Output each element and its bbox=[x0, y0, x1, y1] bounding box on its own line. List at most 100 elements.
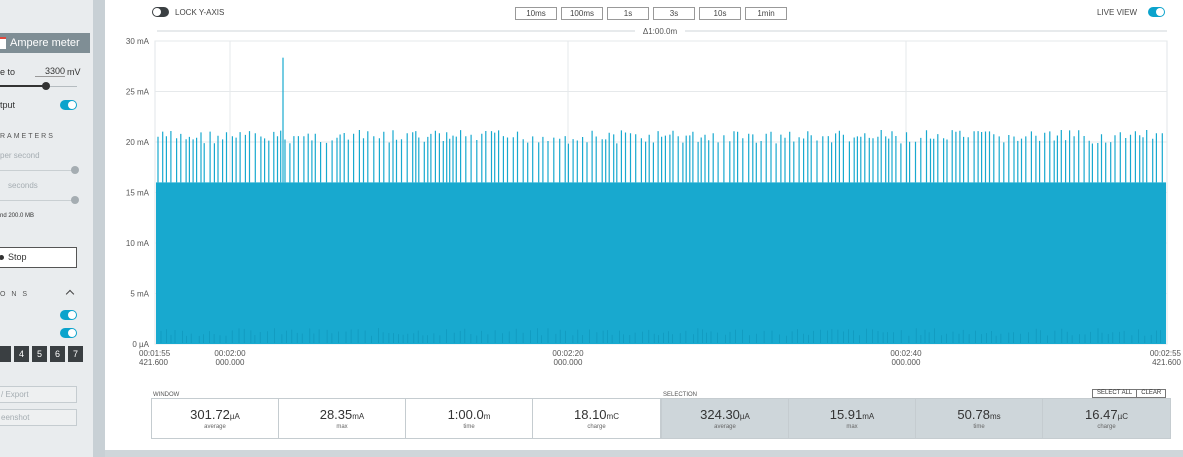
window-average-value: 301.72 bbox=[190, 407, 230, 422]
y-tick-label: 20 mA bbox=[126, 138, 150, 147]
voltage-slider-fill bbox=[0, 85, 46, 87]
meter-button-label: Ampere meter bbox=[10, 37, 80, 49]
window-average-cell: 301.72µA average bbox=[152, 399, 279, 438]
window-max-cell: 28.35mA max bbox=[279, 399, 406, 438]
power-icon bbox=[0, 37, 6, 49]
duration-label: seconds bbox=[8, 181, 38, 190]
chevron-up-icon[interactable] bbox=[65, 289, 75, 299]
voltage-unit: mV bbox=[67, 67, 81, 77]
voltage-slider-knob[interactable] bbox=[42, 82, 50, 90]
selection-time-unit: ms bbox=[989, 412, 1001, 421]
selection-buttons: SELECT ALL CLEAR bbox=[1092, 389, 1167, 398]
options-heading: O N S bbox=[0, 291, 30, 298]
selection-time-value: 50.78 bbox=[957, 407, 990, 422]
y-tick-label: 0 µA bbox=[132, 340, 149, 349]
output-label: tput bbox=[0, 100, 16, 110]
x-tick-time: 00:02:00 bbox=[214, 349, 246, 358]
selection-average-label: average bbox=[714, 424, 736, 430]
x-tick-sub: 000.000 bbox=[554, 358, 583, 367]
selection-max-label: max bbox=[846, 424, 858, 430]
live-view-toggle[interactable] bbox=[1148, 7, 1165, 17]
window-10s-button[interactable]: 10s bbox=[699, 7, 741, 20]
window-charge-value: 18.10 bbox=[574, 407, 607, 422]
x-tick-time: 00:02:55 bbox=[1150, 349, 1182, 358]
parameters-heading: RAMETERS bbox=[0, 133, 55, 140]
y-tick-label: 10 mA bbox=[126, 239, 150, 248]
selection-average-cell: 324.30µA average bbox=[662, 399, 789, 438]
bottom-panel-edge bbox=[105, 450, 1183, 457]
record-icon bbox=[0, 255, 4, 260]
window-charge-label: charge bbox=[587, 424, 606, 430]
window-average-unit: µA bbox=[229, 412, 240, 421]
digital-channel-6[interactable]: 6 bbox=[50, 346, 65, 362]
storage-estimate: nd 200.0 MB bbox=[0, 213, 35, 219]
select-all-button[interactable]: SELECT ALL bbox=[1092, 389, 1138, 398]
option-toggle-1[interactable] bbox=[60, 310, 77, 320]
digital-channel-7[interactable]: 7 bbox=[68, 346, 83, 362]
selection-time-cell: 50.78ms time bbox=[916, 399, 1043, 438]
digital-channel-3[interactable] bbox=[0, 346, 11, 362]
digital-channel-buttons: 4 5 6 7 bbox=[0, 346, 83, 362]
window-1min-button[interactable]: 1min bbox=[745, 7, 787, 20]
window-10ms-button[interactable]: 10ms bbox=[515, 7, 557, 20]
window-100ms-button[interactable]: 100ms bbox=[561, 7, 603, 20]
save-export-button[interactable]: / Export bbox=[0, 386, 77, 403]
x-tick-time: 00:02:20 bbox=[552, 349, 584, 358]
window-max-unit: mA bbox=[352, 412, 365, 421]
selection-charge-cell: 16.47µC charge bbox=[1043, 399, 1170, 438]
window-charge-unit: mC bbox=[606, 412, 619, 421]
span-label: Δ1:00.0m bbox=[643, 27, 678, 36]
sample-rate-slider-knob[interactable] bbox=[71, 166, 79, 174]
sample-rate-label: per second bbox=[0, 151, 40, 160]
sample-rate-slider-track[interactable] bbox=[0, 170, 75, 171]
selection-average-value: 324.30 bbox=[700, 407, 740, 422]
option-toggle-2[interactable] bbox=[60, 328, 77, 338]
digital-channel-4[interactable]: 4 bbox=[14, 346, 29, 362]
y-tick-label: 15 mA bbox=[126, 189, 150, 198]
selection-stats: 324.30µA average 15.91mA max 50.78ms tim… bbox=[661, 398, 1171, 439]
clear-selection-button[interactable]: CLEAR bbox=[1137, 389, 1167, 398]
sidebar: Ampere meter e to 3300 mV tput RAMETERS … bbox=[0, 0, 93, 457]
x-tick-sub: 421.600 bbox=[1152, 358, 1181, 367]
voltage-input[interactable]: 3300 bbox=[35, 66, 65, 77]
selection-max-cell: 15.91mA max bbox=[789, 399, 916, 438]
selection-max-value: 15.91 bbox=[829, 407, 863, 422]
sidebar-divider[interactable] bbox=[93, 0, 105, 457]
voltage-label: e to bbox=[0, 67, 16, 77]
x-tick-time: 00:01:55 bbox=[139, 349, 171, 358]
y-tick-label: 30 mA bbox=[126, 37, 150, 46]
window-1s-button[interactable]: 1s bbox=[607, 7, 649, 20]
window-time-value: 1:00.0 bbox=[447, 407, 484, 422]
current-chart[interactable]: 30 mA 25 mA 20 mA 15 mA 10 mA 5 mA 0 µA00:01:5… bbox=[105, 0, 1183, 380]
window-charge-cell: 18.10mC charge bbox=[533, 399, 660, 438]
output-toggle[interactable] bbox=[60, 100, 77, 110]
selection-time-label: time bbox=[973, 424, 985, 430]
stop-button[interactable]: Stop bbox=[0, 247, 77, 268]
window-stats: 301.72µA average 28.35mA max 1:00.0m tim… bbox=[151, 398, 661, 439]
stop-button-label: Stop bbox=[8, 252, 27, 262]
y-tick-label: 5 mA bbox=[130, 290, 149, 299]
window-time-cell: 1:00.0m time bbox=[406, 399, 533, 438]
screenshot-button[interactable]: eenshot bbox=[0, 409, 77, 426]
duration-slider-track[interactable] bbox=[0, 200, 75, 201]
window-time-unit: m bbox=[483, 412, 491, 421]
window-time-label: time bbox=[463, 424, 475, 430]
x-tick-time: 00:02:40 bbox=[890, 349, 922, 358]
selection-max-unit: mA bbox=[862, 412, 875, 421]
window-max-label: max bbox=[336, 424, 348, 430]
x-tick-sub: 000.000 bbox=[216, 358, 245, 367]
selection-charge-value: 16.47 bbox=[1085, 407, 1118, 422]
lock-y-axis-toggle[interactable] bbox=[152, 7, 169, 17]
main-panel: 30 mA 25 mA 20 mA 15 mA 10 mA 5 mA 0 µA 00:01:5… bbox=[105, 0, 1183, 450]
y-tick-label: 25 mA bbox=[126, 88, 150, 97]
window-3s-button[interactable]: 3s bbox=[653, 7, 695, 20]
digital-channel-5[interactable]: 5 bbox=[32, 346, 47, 362]
current-trace-fill bbox=[156, 182, 1166, 344]
selection-average-unit: µA bbox=[739, 412, 750, 421]
window-size-buttons: 10ms 100ms 1s 3s 10s 1min bbox=[515, 7, 787, 20]
duration-slider-knob[interactable] bbox=[71, 196, 79, 204]
window-max-value: 28.35 bbox=[319, 407, 353, 422]
x-tick-sub: 421.600 bbox=[139, 358, 168, 367]
ampere-meter-button[interactable]: Ampere meter bbox=[0, 33, 90, 53]
selection-charge-label: charge bbox=[1097, 424, 1116, 430]
